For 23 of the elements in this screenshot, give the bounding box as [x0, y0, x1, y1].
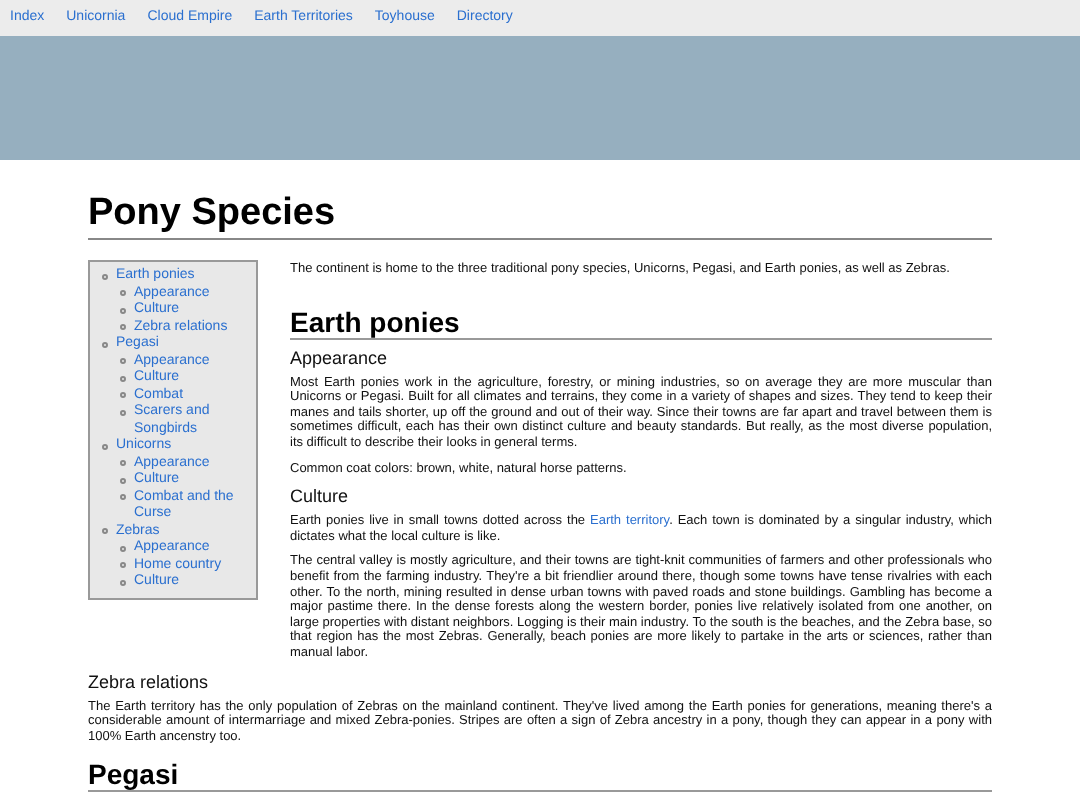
- page-title: Pony Species: [88, 192, 992, 240]
- section-heading: Earth ponies: [290, 305, 992, 340]
- bullet-icon: [120, 307, 126, 313]
- bullet-icon: [120, 358, 126, 364]
- bullet-icon: [120, 409, 126, 415]
- subsection-heading: Culture: [290, 486, 351, 507]
- bullet-icon: [102, 273, 108, 279]
- bullet-icon: [120, 460, 126, 466]
- bullet-icon: [120, 545, 126, 551]
- bullet-icon: [120, 494, 126, 500]
- bullet-icon: [120, 290, 126, 296]
- bullet-icon: [120, 392, 126, 398]
- bullet-icon: [102, 341, 108, 347]
- bullet-icon: [102, 443, 108, 449]
- subsection-heading: Appearance: [290, 347, 390, 368]
- bullet-icon: [120, 562, 126, 568]
- subsection-heading: Zebra relations: [88, 671, 211, 691]
- bullet-icon: [120, 477, 126, 483]
- bullet-icon: [120, 579, 126, 585]
- section-heading: Pegasi: [88, 758, 992, 793]
- bullet-icon: [102, 528, 108, 534]
- bullet-icon: [120, 324, 126, 330]
- bullet-icon: [120, 375, 126, 381]
